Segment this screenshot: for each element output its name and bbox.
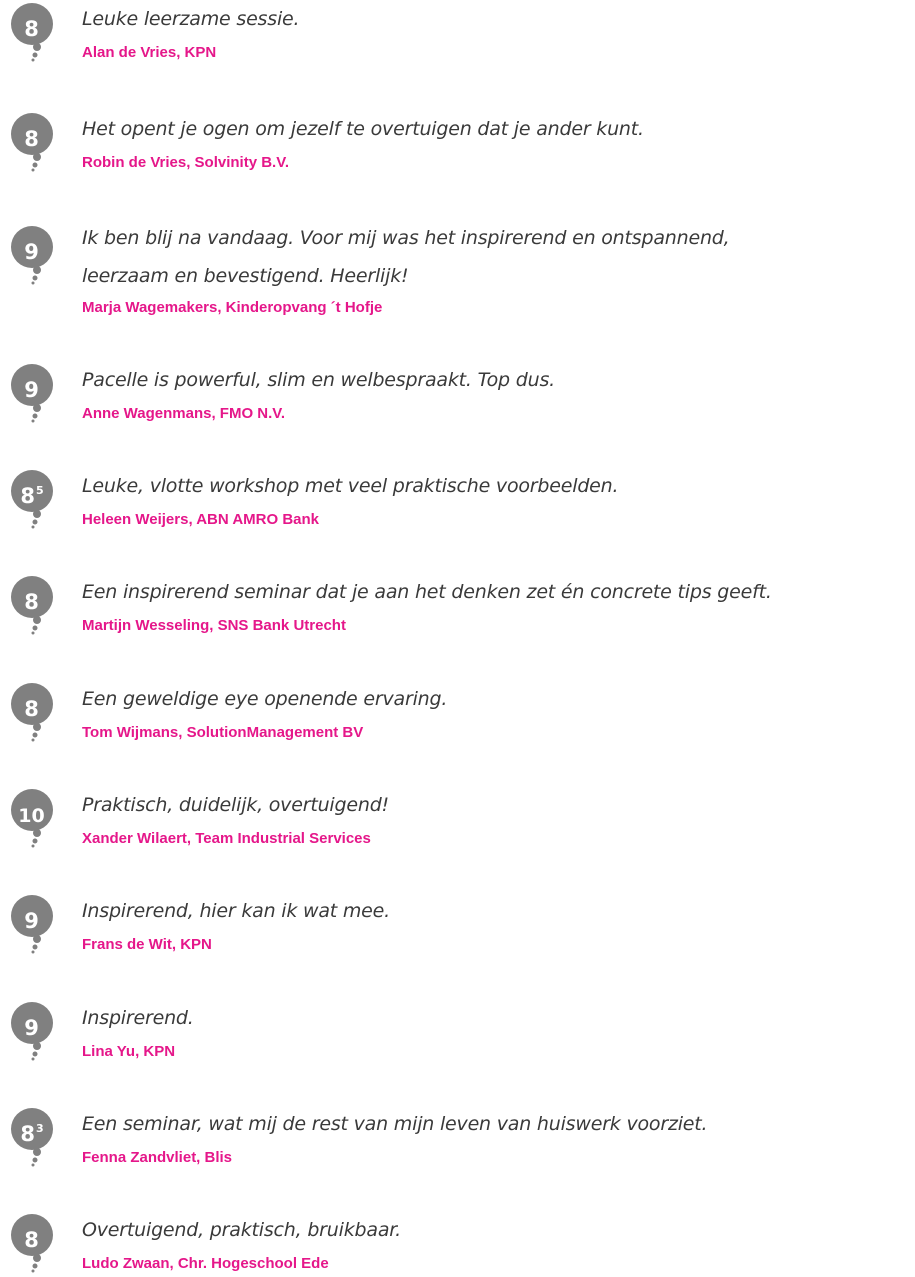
score-badge: 85 bbox=[6, 469, 64, 529]
quote-author: Martijn Wesseling, SNS Bank Utrecht bbox=[82, 617, 346, 634]
score-badge: 9 bbox=[6, 363, 64, 423]
quote-text: Praktisch, duidelijk, overtuigend! bbox=[82, 794, 389, 816]
quote-author: Anne Wagenmans, FMO N.V. bbox=[82, 405, 286, 422]
score-value: 85 bbox=[20, 484, 44, 508]
quote-author: Fenna Zandvliet, Blis bbox=[82, 1149, 233, 1166]
score-value: 10 bbox=[18, 805, 45, 827]
score-value: 8 bbox=[24, 17, 39, 41]
quote-text: Inspirerend, hier kan ik wat mee. bbox=[82, 900, 390, 922]
quote-text: Een inspirerend seminar dat je aan het d… bbox=[82, 581, 772, 603]
quote-text: Leuke leerzame sessie. bbox=[82, 8, 300, 30]
quote-author: Lina Yu, KPN bbox=[82, 1043, 176, 1060]
score-badge: 10 bbox=[6, 788, 64, 848]
score-value: 8 bbox=[24, 697, 39, 721]
quote-author: Robin de Vries, Solvinity B.V. bbox=[82, 154, 290, 171]
score-badge: 8 bbox=[6, 112, 64, 172]
score-value: 8 bbox=[24, 1228, 39, 1252]
score-badge: 9 bbox=[6, 225, 64, 285]
score-badge: 9 bbox=[6, 1001, 64, 1061]
quote-author: Marja Wagemakers, Kinderopvang ´t Hofje bbox=[82, 299, 383, 316]
quote-text: Het opent je ogen om jezelf te overtuige… bbox=[82, 118, 644, 140]
score-badge: 8 bbox=[6, 575, 64, 635]
score-value: 8 bbox=[24, 127, 39, 151]
score-value: 9 bbox=[24, 378, 39, 402]
score-badge: 9 bbox=[6, 894, 64, 954]
quote-text: Pacelle is powerful, slim en welbespraak… bbox=[82, 369, 556, 391]
score-value: 9 bbox=[24, 1016, 39, 1040]
quote-author: Frans de Wit, KPN bbox=[82, 936, 212, 953]
score-value: 83 bbox=[20, 1122, 44, 1146]
score-badge: 8 bbox=[6, 1213, 64, 1273]
score-value: 9 bbox=[24, 240, 39, 264]
quote-text: Leuke, vlotte workshop met veel praktisc… bbox=[82, 475, 619, 497]
quote-text: Ik ben blij na vandaag. Voor mij was het… bbox=[82, 227, 730, 287]
score-value: 8 bbox=[24, 590, 39, 614]
quote-text: Inspirerend. bbox=[82, 1007, 194, 1029]
quote-text: Een seminar, wat mij de rest van mijn le… bbox=[82, 1113, 708, 1135]
score-badge: 8 bbox=[6, 2, 64, 62]
quote-text: Een geweldige eye openende ervaring. bbox=[82, 688, 448, 710]
quote-author: Ludo Zwaan, Chr. Hogeschool Ede bbox=[82, 1255, 329, 1272]
quote-author: Heleen Weijers, ABN AMRO Bank bbox=[82, 511, 320, 528]
score-value: 9 bbox=[24, 909, 39, 933]
score-badge: 8 bbox=[6, 682, 64, 742]
score-badge: 83 bbox=[6, 1107, 64, 1167]
quote-author: Alan de Vries, KPN bbox=[82, 44, 217, 61]
quote-text: Overtuigend, praktisch, bruikbaar. bbox=[82, 1219, 401, 1241]
quote-author: Tom Wijmans, SolutionManagement BV bbox=[82, 724, 364, 741]
quote-author: Xander Wilaert, Team Industrial Services bbox=[82, 830, 371, 847]
